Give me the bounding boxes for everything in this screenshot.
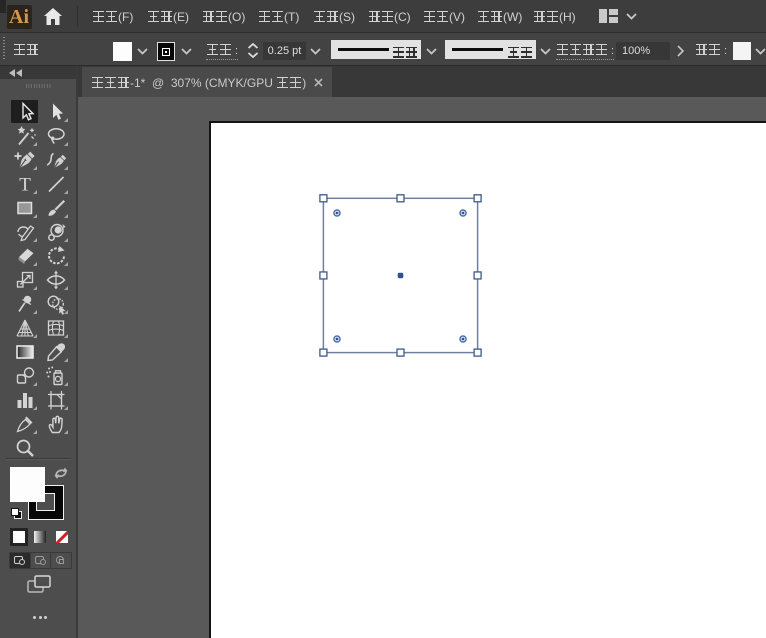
svg-text:T: T (19, 175, 31, 196)
